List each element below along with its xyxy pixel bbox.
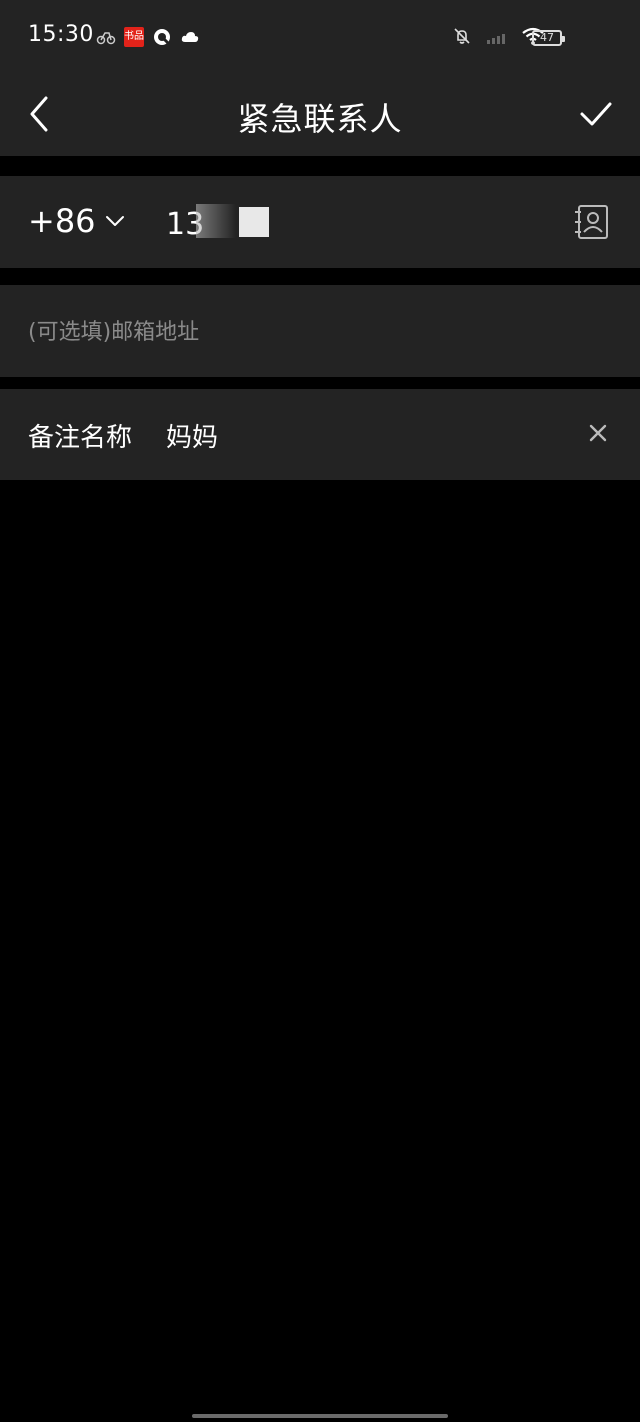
phone-redaction-blur	[196, 204, 236, 238]
chevron-down-icon	[105, 216, 124, 226]
app-badge-icon: 书品	[124, 27, 144, 47]
cloud-icon	[181, 32, 199, 42]
page-title: 紧急联系人	[237, 100, 403, 138]
status-time: 15:30	[28, 22, 94, 47]
phone-row: +86	[0, 176, 640, 268]
bike-icon	[96, 32, 116, 45]
email-input[interactable]	[28, 315, 608, 349]
battery-icon: 47	[532, 30, 565, 46]
signal-icon	[487, 34, 505, 44]
country-code-selector[interactable]: +86	[28, 202, 126, 240]
confirm-check-button[interactable]	[574, 92, 618, 136]
status-bar: 15:30 书品 47	[0, 0, 640, 76]
remark-name-label: 备注名称	[28, 423, 133, 453]
remark-name-row: 备注名称 妈妈	[0, 389, 640, 480]
nav-bar: 紧急联系人	[0, 76, 640, 156]
bell-off-icon	[454, 28, 470, 44]
contacts-book-button[interactable]	[572, 202, 612, 242]
q-app-icon	[154, 29, 171, 46]
phone-redaction-block	[239, 207, 269, 237]
system-icons	[452, 26, 544, 46]
country-code-text: +86	[28, 202, 96, 240]
clear-icon[interactable]	[586, 421, 610, 445]
notification-icons: 书品	[96, 27, 200, 47]
home-indicator[interactable]	[192, 1414, 448, 1418]
remark-name-value[interactable]: 妈妈	[166, 417, 218, 454]
email-row	[0, 285, 640, 377]
